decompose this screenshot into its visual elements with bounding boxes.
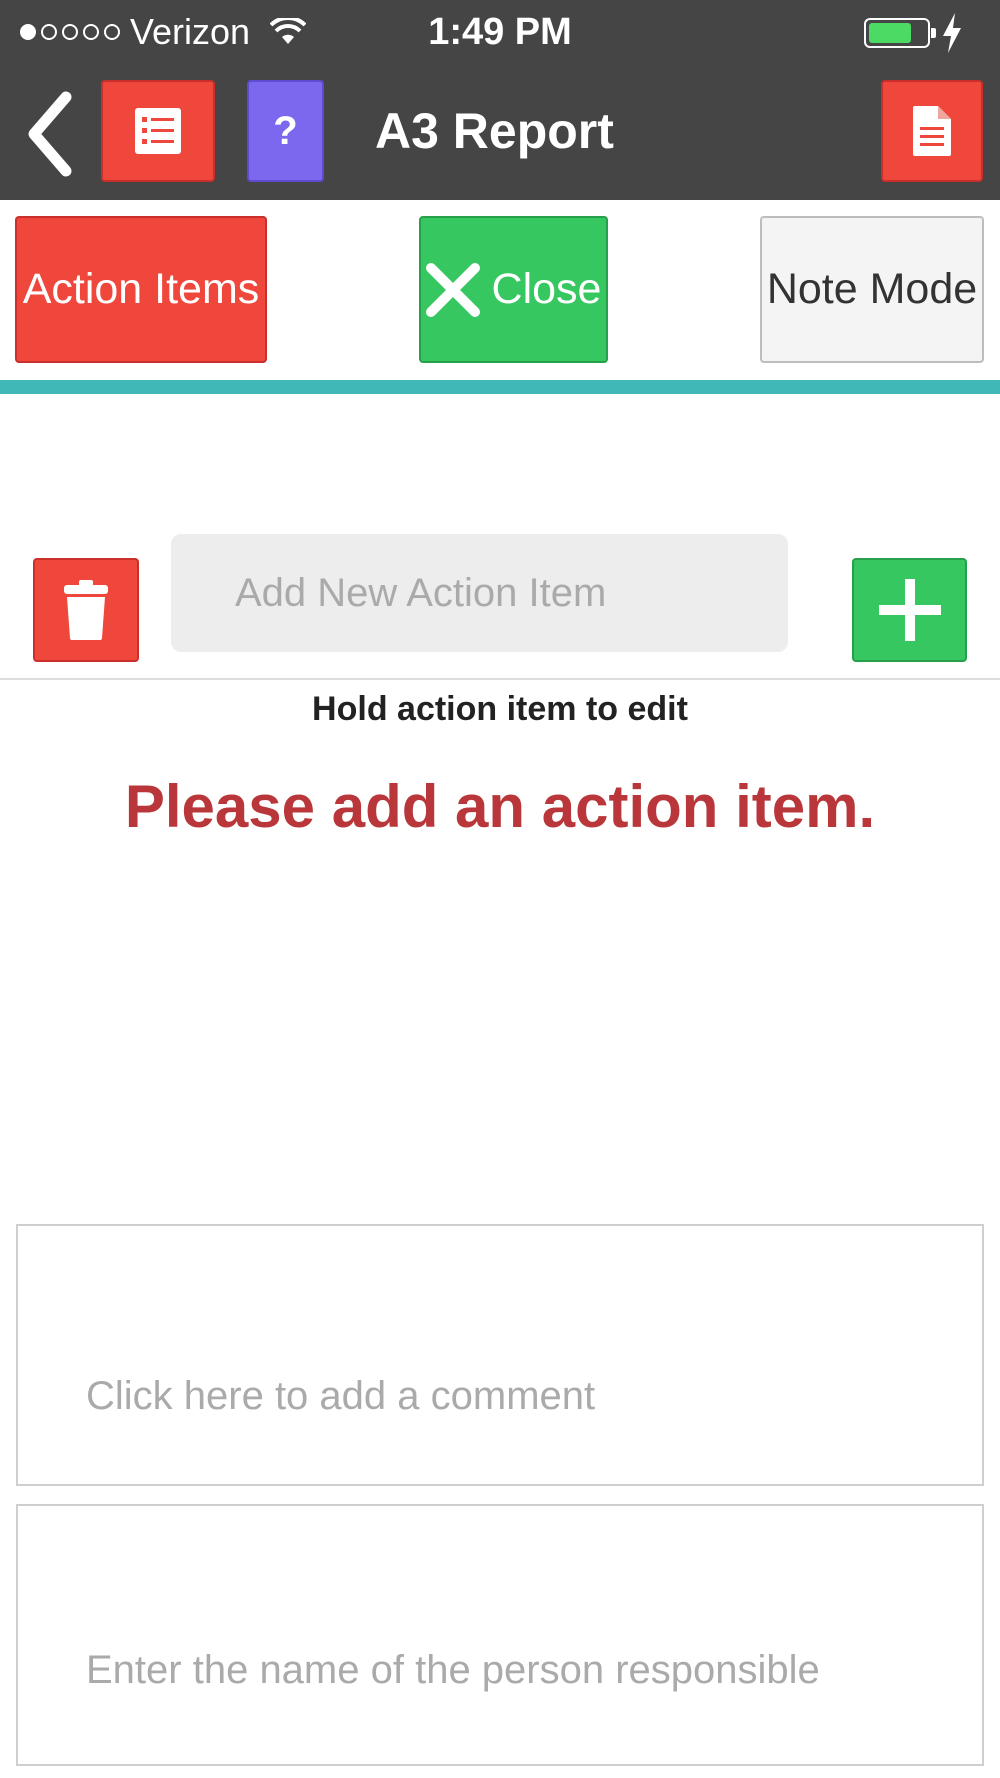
edit-hint: Hold action item to edit: [312, 690, 688, 728]
add-action-item-input[interactable]: [171, 534, 788, 652]
add-button[interactable]: [852, 558, 967, 662]
accent-divider: [0, 380, 1000, 394]
back-chevron-icon: [28, 91, 72, 177]
plus-icon: [878, 579, 941, 641]
battery-nub: [931, 28, 936, 38]
close-x-icon: [425, 262, 480, 317]
list-button[interactable]: [101, 80, 215, 182]
action-items-button[interactable]: Action Items: [15, 216, 267, 363]
close-button[interactable]: Close: [419, 216, 608, 363]
action-items-label: Action Items: [22, 265, 260, 313]
charging-bolt-icon: [943, 13, 961, 53]
person-responsible-field[interactable]: [16, 1504, 984, 1766]
help-icon: ?: [273, 108, 298, 153]
document-icon: [913, 106, 951, 156]
back-button[interactable]: [20, 84, 80, 184]
status-time: 1:49 PM: [428, 11, 572, 53]
page-title: A3 Report: [375, 103, 614, 159]
battery-level: [869, 23, 911, 43]
battery-icon: [864, 18, 936, 48]
top-bar: Verizon 1:49 PM ? A3 Report: [0, 0, 1000, 200]
section-divider: [0, 678, 1000, 680]
delete-button[interactable]: [33, 558, 139, 662]
empty-state-message: Please add an action item.: [124, 773, 876, 840]
note-mode-button[interactable]: Note Mode: [760, 216, 984, 363]
comment-field[interactable]: [16, 1224, 984, 1486]
report-button[interactable]: [881, 80, 983, 182]
note-mode-label: Note Mode: [766, 265, 978, 313]
list-icon: [135, 108, 181, 154]
trash-icon: [64, 580, 108, 640]
close-label: Close: [491, 265, 602, 313]
help-button[interactable]: ?: [247, 80, 324, 182]
